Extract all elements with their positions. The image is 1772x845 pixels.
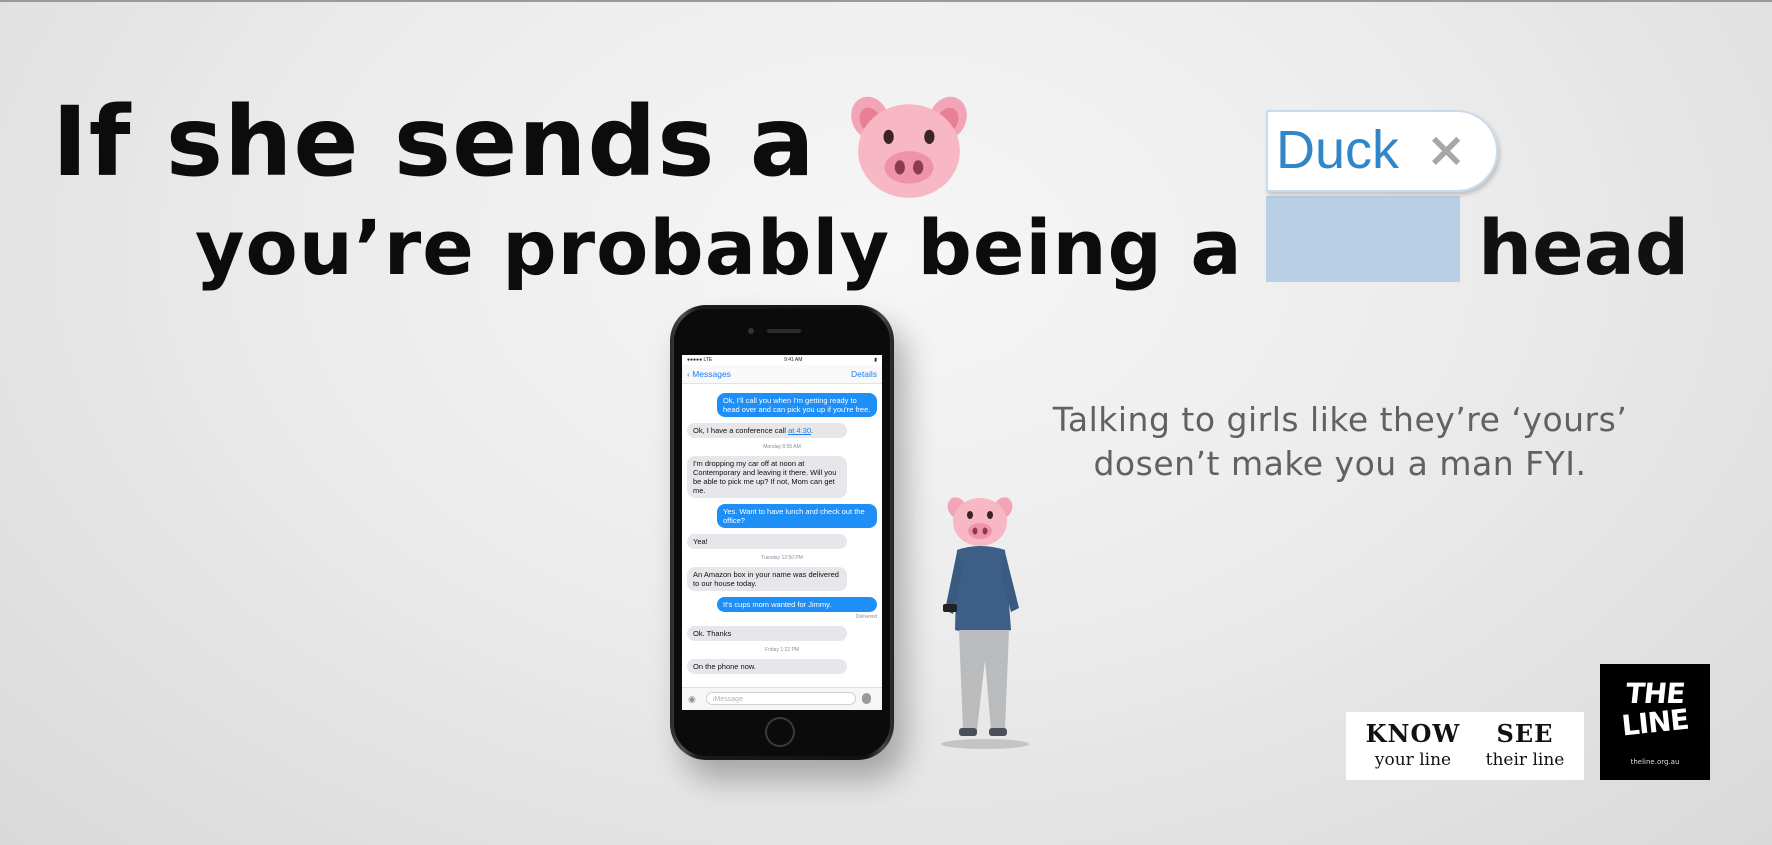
status-signal: ●●●●● LTE	[687, 357, 713, 363]
know-label: KNOW	[1365, 719, 1461, 748]
microphone-icon[interactable]	[862, 693, 871, 704]
received-message-bubble: Ok, I have a conference call at 4:30.	[687, 423, 847, 438]
back-button[interactable]: ‹ Messages	[687, 369, 731, 379]
sent-message-bubble: It's cups mom wanted for Jimmy.	[717, 597, 877, 612]
messages-screen: ●●●●● LTE 9:41 AM ▮ ‹ Messages Details O…	[682, 355, 882, 710]
message-text-end: .	[811, 426, 814, 435]
messages-navbar: ‹ Messages Details	[682, 365, 882, 384]
earpiece-speaker	[767, 329, 801, 333]
home-button[interactable]	[765, 717, 795, 747]
received-message-bubble: I'm dropping my car off at noon at Conte…	[687, 456, 847, 498]
tagline-line-2: dosen’t make you a man FYI.	[1093, 444, 1587, 483]
received-message-bubble: Yea!	[687, 534, 847, 549]
headline-line-1: If she sends a	[52, 86, 816, 198]
know-column: KNOW your line	[1364, 720, 1462, 772]
know-your-line-logo: KNOW your line SEE their line	[1346, 712, 1584, 780]
received-message-bubble: Ok. Thanks	[687, 626, 847, 641]
see-sub-label: their line	[1485, 750, 1565, 770]
battery-icon: ▮	[874, 357, 877, 363]
close-icon[interactable]: ×	[1426, 122, 1466, 178]
know-sub-label: your line	[1374, 750, 1452, 770]
message-input-bar: ◉ iMessage	[682, 687, 882, 710]
logo-url: theline.org.au	[1630, 758, 1680, 766]
message-link[interactable]: at 4:30	[788, 426, 811, 435]
logo-line: LINE	[1619, 702, 1690, 743]
tagline: Talking to girls like they’re ‘yours’ do…	[1000, 398, 1680, 486]
message-timestamp: Tuesday 12:50 PM	[761, 555, 803, 561]
headline-line-2: you’re probably being a	[195, 203, 1243, 292]
headline-end-word: head	[1478, 203, 1690, 292]
the-line-logo: THE LINE theline.org.au	[1600, 664, 1710, 780]
delivered-status: Delivered	[855, 614, 877, 620]
front-camera	[748, 328, 754, 334]
sent-message-bubble: Yes. Want to have lunch and check out th…	[717, 504, 877, 528]
received-message-bubble: On the phone now.	[687, 659, 847, 674]
message-text: Ok, I have a conference call	[693, 426, 789, 435]
camera-icon[interactable]: ◉	[688, 694, 696, 705]
sent-message-bubble: Ok, I'll call you when I'm getting ready…	[717, 393, 877, 417]
blank-word-highlight	[1266, 196, 1460, 282]
status-bar: ●●●●● LTE 9:41 AM ▮	[682, 355, 882, 365]
see-column: SEE their line	[1476, 720, 1574, 772]
iphone: ●●●●● LTE 9:41 AM ▮ ‹ Messages Details O…	[670, 305, 894, 760]
message-timestamp: Friday 1:22 PM	[765, 647, 799, 653]
details-button[interactable]: Details	[851, 369, 877, 379]
see-label: SEE	[1496, 719, 1554, 748]
tagline-line-1: Talking to girls like they’re ‘yours’	[1052, 400, 1628, 439]
pig-face-icon	[851, 96, 967, 198]
received-message-bubble: An Amazon box in your name was delivered…	[687, 567, 847, 591]
autocorrect-word: Duck	[1276, 120, 1400, 180]
status-time: 9:41 AM	[784, 357, 803, 363]
autocorrect-suggestion[interactable]: Duck ×	[1266, 110, 1498, 192]
top-border	[0, 0, 1772, 2]
message-timestamp: Monday 8:55 AM	[763, 444, 801, 450]
pig-headed-man-figure	[941, 497, 1029, 749]
message-list: Ok, I'll call you when I'm getting ready…	[682, 384, 882, 683]
message-input[interactable]: iMessage	[706, 692, 856, 705]
